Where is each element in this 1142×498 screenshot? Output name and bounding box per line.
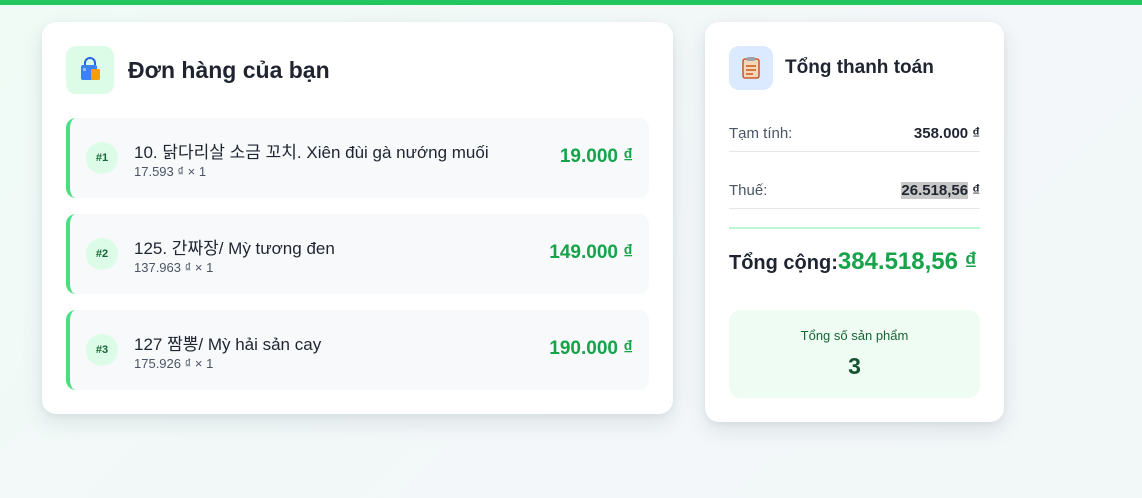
order-item-name: 127 짬뽕/ Mỳ hải sản cay bbox=[134, 335, 322, 354]
order-list: #1 10. 닭다리살 소금 꼬치. Xiên đùi gà nướng muố… bbox=[66, 118, 649, 406]
order-item: #1 10. 닭다리살 소금 꼬치. Xiên đùi gà nướng muố… bbox=[66, 118, 649, 198]
order-item-unit-price: 137.963 ₫ × 1 bbox=[134, 260, 214, 275]
subtotal-label: Tạm tính: bbox=[729, 125, 793, 142]
order-index-badge: #2 bbox=[86, 238, 118, 270]
payment-summary-card: Tổng thanh toán Tạm tính: 358.000 ₫ Thuế… bbox=[705, 22, 1004, 422]
total-label: Tổng cộng: bbox=[729, 252, 838, 274]
orders-card: Đơn hàng của bạn #1 10. 닭다리살 소금 꼬치. Xiên… bbox=[42, 22, 673, 414]
subtotal-row: Tạm tính: 358.000 ₫ bbox=[729, 116, 980, 152]
clipboard-icon bbox=[729, 46, 773, 90]
orders-title: Đơn hàng của bạn bbox=[128, 56, 330, 83]
order-item-name: 125. 간짜장/ Mỳ tương đen bbox=[134, 239, 335, 258]
order-item: #2 125. 간짜장/ Mỳ tương đen 137.963 ₫ × 1 … bbox=[66, 214, 649, 294]
tax-value-selected[interactable]: 26.518,56 bbox=[901, 182, 969, 199]
order-item-price: 149.000 ₫ bbox=[549, 242, 633, 263]
top-accent-bar bbox=[0, 0, 1142, 5]
summary-header: Tổng thanh toán bbox=[729, 46, 934, 90]
order-item-name: 10. 닭다리살 소금 꼬치. Xiên đùi gà nướng muối bbox=[134, 143, 489, 162]
subtotal-value: 358.000 ₫ bbox=[913, 125, 980, 142]
tax-value: 26.518,56 ₫ bbox=[901, 182, 980, 199]
tax-value-currency: ₫ bbox=[968, 182, 980, 199]
summary-title: Tổng thanh toán bbox=[785, 57, 934, 78]
order-index-badge: #1 bbox=[86, 142, 118, 174]
total-row: Tổng cộng: 384.518,56 ₫ bbox=[729, 248, 980, 276]
order-item-price: 19.000 ₫ bbox=[559, 146, 633, 167]
product-count-box: Tổng số sản phẩm 3 bbox=[729, 310, 980, 398]
order-item: #3 127 짬뽕/ Mỳ hải sản cay 175.926 ₫ × 1 … bbox=[66, 310, 649, 390]
orders-header: Đơn hàng của bạn bbox=[66, 46, 330, 94]
order-item-price: 190.000 ₫ bbox=[549, 338, 633, 359]
order-item-unit-price: 175.926 ₫ × 1 bbox=[134, 356, 214, 371]
shopping-bag-icon bbox=[66, 46, 114, 94]
total-value: 384.518,56 ₫ bbox=[837, 248, 977, 275]
product-count-value: 3 bbox=[848, 353, 861, 379]
tax-row: Thuế: 26.518,56 ₫ bbox=[729, 173, 980, 209]
order-item-unit-price: 17.593 ₫ × 1 bbox=[134, 164, 207, 179]
total-divider bbox=[729, 227, 980, 229]
product-count-label: Tổng số sản phẩm bbox=[800, 328, 909, 343]
order-index-badge: #3 bbox=[86, 334, 118, 366]
tax-label: Thuế: bbox=[729, 182, 768, 199]
